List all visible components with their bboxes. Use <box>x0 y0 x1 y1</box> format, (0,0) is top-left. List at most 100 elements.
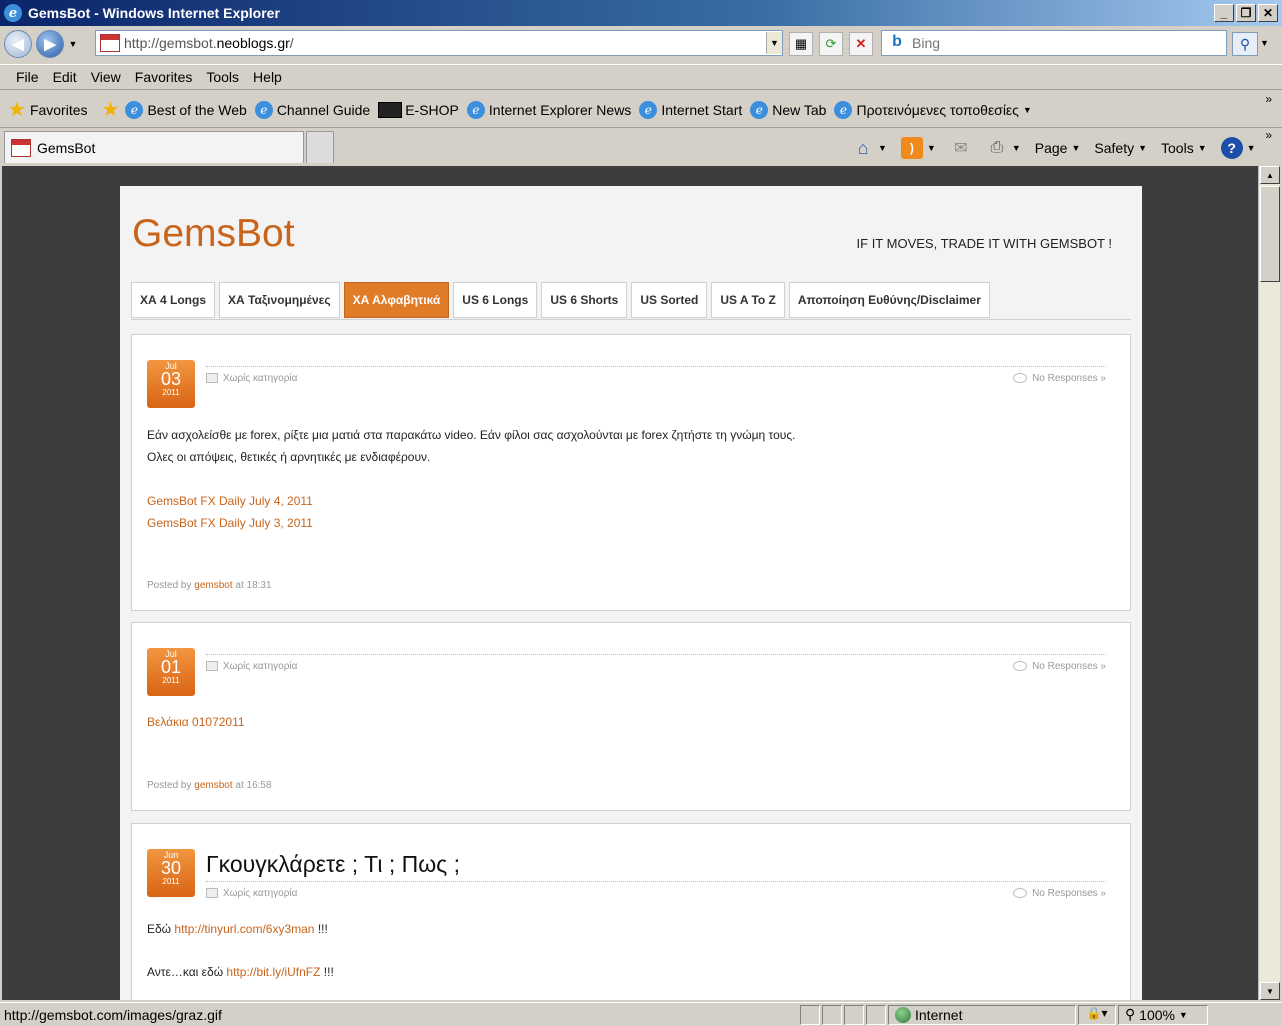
scroll-up-button[interactable]: ▲ <box>1260 166 1280 184</box>
fav-best-of-the-web[interactable]: e Best of the Web <box>125 100 247 119</box>
read-mail-button[interactable]: ✉ <box>950 137 972 159</box>
favorites-bar: ★ Favorites ★ e Best of the Web e Channel … <box>0 92 1282 128</box>
stop-icon[interactable]: ✕ <box>849 32 873 56</box>
page-viewport: GemsBot IF IT MOVES, TRADE IT WITH GEMSB… <box>2 166 1258 1000</box>
scroll-down-button[interactable]: ▼ <box>1260 982 1280 1000</box>
refresh-icon[interactable]: ⟳ <box>819 32 843 56</box>
post-link[interactable]: GemsBot FX Daily July 4, 2011 <box>147 494 313 508</box>
nav-xa-4-longs[interactable]: ΧΑ 4 Longs <box>131 282 216 318</box>
address-text[interactable]: http://gemsbot.neoblogs.gr/ <box>124 35 766 51</box>
page-menu[interactable]: Page ▼ <box>1035 140 1081 156</box>
tab-row: GemsBot ⌂ ▼ ) ▼ ✉ ⎙ ▼ Page ▼ Safety ▼ Tools ▼ … <box>0 128 1282 164</box>
search-input[interactable] <box>912 35 1226 51</box>
nav-us-a-to-z[interactable]: US A To Z <box>711 282 785 318</box>
eshop-icon <box>378 101 403 118</box>
nav-xa-sorted[interactable]: ΧΑ Ταξινομημένες <box>219 282 340 318</box>
more-commands-chevron-icon[interactable]: » <box>1265 128 1272 142</box>
minimize-button[interactable]: _ <box>1214 4 1234 22</box>
post-category[interactable]: Χωρίς κατηγορία <box>206 661 297 672</box>
menu-tools[interactable]: Tools <box>206 69 239 85</box>
fav-suggested-sites[interactable]: e Προτεινόμενες τοποθεσίες ▼ <box>834 100 1032 119</box>
forward-button[interactable]: ▶ <box>36 30 64 58</box>
search-options-dropdown[interactable]: ▼ <box>1260 38 1269 48</box>
back-button[interactable]: ◀ <box>4 30 32 58</box>
post-responses[interactable]: No Responses » <box>1013 661 1106 672</box>
security-zone[interactable]: Internet <box>888 1004 1076 1025</box>
post-category[interactable]: Χωρίς κατηγορία <box>206 373 297 384</box>
fav-channel-guide[interactable]: e Channel Guide <box>254 100 370 119</box>
nav-us-sorted[interactable]: US Sorted <box>631 282 708 318</box>
fav-ie-news[interactable]: e Internet Explorer News <box>466 100 631 119</box>
ie-logo-icon: e <box>4 4 22 22</box>
post-category[interactable]: Χωρίς κατηγορία <box>206 888 297 899</box>
more-favorites-chevron-icon[interactable]: » <box>1265 92 1272 106</box>
site-title[interactable]: GemsBot <box>132 212 295 256</box>
nav-xa-alphabetical[interactable]: ΧΑ Αλφαβητικά <box>343 282 450 318</box>
post-text: Εάν ασχολείσθε με forex, ρίξτε μια ματιά… <box>147 428 796 442</box>
nav-disclaimer[interactable]: Αποποίηση Ευθύνης/Disclaimer <box>788 282 990 318</box>
command-bar: ⌂ ▼ ) ▼ ✉ ⎙ ▼ Page ▼ Safety ▼ Tools ▼ ? ▼ <box>852 134 1270 162</box>
favorites-button[interactable]: ★ Favorites <box>8 97 88 122</box>
mail-icon: ✉ <box>954 140 968 157</box>
restore-button[interactable]: ❐ <box>1236 4 1256 22</box>
address-row: ◀ ▶ ▼ http://gemsbot.neoblogs.gr/ ▼ ▦ ⟳ … <box>0 26 1282 62</box>
search-box[interactable]: b <box>881 30 1227 56</box>
scroll-thumb[interactable] <box>1260 186 1280 282</box>
menu-file[interactable]: File <box>16 69 39 85</box>
new-tab-button[interactable] <box>306 131 334 163</box>
post: Jul 03 2011 Χωρίς κατηγορία No Responses… <box>131 334 1131 611</box>
tools-menu[interactable]: Tools ▼ <box>1161 140 1207 156</box>
address-bar[interactable]: http://gemsbot.neoblogs.gr/ ▼ <box>95 30 783 56</box>
fav-new-tab[interactable]: e New Tab <box>750 100 826 119</box>
tab-gemsbot[interactable]: GemsBot <box>4 131 304 163</box>
author-link[interactable]: gemsbot <box>194 780 232 791</box>
close-button[interactable]: ✕ <box>1258 4 1278 22</box>
post-link[interactable]: GemsBot FX Daily July 3, 2011 <box>147 516 313 530</box>
fav-internet-start[interactable]: e Internet Start <box>639 100 742 119</box>
help-button[interactable]: ? ▼ <box>1220 137 1256 159</box>
post-body: Εδώ http://tinyurl.com/6xy3man !!! Αντε…… <box>147 922 334 979</box>
compatibility-view-icon[interactable]: ▦ <box>789 32 813 56</box>
safety-menu[interactable]: Safety ▼ <box>1094 140 1147 156</box>
title-bar: e GemsBot - Windows Internet Explorer _ … <box>0 0 1282 26</box>
search-button[interactable]: ⚲ <box>1232 32 1258 56</box>
menu-edit[interactable]: Edit <box>53 69 77 85</box>
date-badge: Jul 03 2011 <box>147 360 195 408</box>
post-link[interactable]: http://tinyurl.com/6xy3man <box>174 922 314 936</box>
print-button[interactable]: ⎙ ▼ <box>986 137 1020 159</box>
fav-eshop[interactable]: E-SHOP <box>378 101 459 118</box>
bing-icon: b <box>892 33 902 50</box>
post-responses[interactable]: No Responses » <box>1013 888 1106 899</box>
home-button[interactable]: ⌂ ▼ <box>852 137 887 159</box>
history-dropdown[interactable]: ▼ <box>66 39 80 49</box>
address-dropdown[interactable]: ▼ <box>766 32 782 54</box>
site-tagline: IF IT MOVES, TRADE IT WITH GEMSBOT ! <box>856 236 1112 251</box>
zoom-control[interactable]: ⚲ 100% ▼ <box>1118 1004 1208 1025</box>
post-title[interactable]: Γκουγκλάρετε ; Τι ; Πως ; <box>206 851 460 878</box>
post-body: Εάν ασχολείσθε με forex, ρίξτε μια ματιά… <box>147 424 1106 534</box>
comment-icon <box>1013 888 1028 899</box>
feeds-button[interactable]: ) ▼ <box>900 137 936 159</box>
ie-page-icon: e <box>639 100 658 119</box>
rss-icon: ) <box>900 137 923 159</box>
nav-us-6-shorts[interactable]: US 6 Shorts <box>541 282 628 318</box>
protected-mode-icon[interactable]: 🔒▾ <box>1078 1004 1116 1025</box>
post-responses[interactable]: No Responses » <box>1013 373 1106 384</box>
post-link[interactable]: http://bit.ly/iUfnFZ <box>226 965 320 979</box>
back-arrow-icon: ◀ <box>12 36 24 53</box>
ie-page-icon: e <box>750 100 769 119</box>
status-url: http://gemsbot.com/images/graz.gif <box>4 1006 222 1023</box>
menu-help[interactable]: Help <box>253 69 282 85</box>
post-text: Ολες οι απόψεις, θετικές ή αρνητικές με … <box>147 450 431 464</box>
date-badge: Jul 01 2011 <box>147 648 195 696</box>
ie-page-icon: e <box>125 100 144 119</box>
vertical-scrollbar[interactable]: ▲ ▼ <box>1258 166 1280 1000</box>
nav-us-6-longs[interactable]: US 6 Longs <box>453 282 538 318</box>
post-link[interactable]: Βελάκια 01072011 <box>147 715 245 729</box>
menu-favorites[interactable]: Favorites <box>135 69 193 85</box>
globe-icon <box>895 1006 911 1023</box>
help-icon: ? <box>1220 137 1243 159</box>
author-link[interactable]: gemsbot <box>194 580 232 591</box>
add-to-favorites-bar-icon[interactable]: ★ <box>102 97 120 122</box>
menu-view[interactable]: View <box>91 69 121 85</box>
